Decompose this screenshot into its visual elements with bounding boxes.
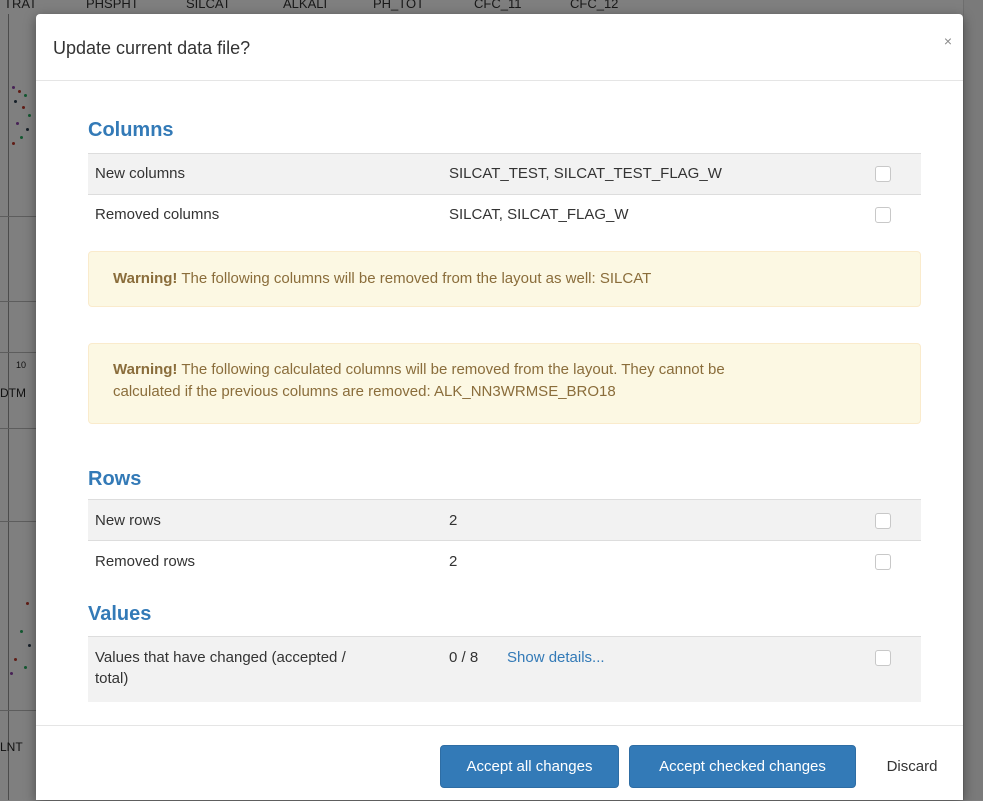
values-section-title: Values bbox=[88, 603, 152, 625]
warning-label: Warning! bbox=[113, 361, 178, 378]
accept-all-changes-button[interactable]: Accept all changes bbox=[440, 745, 619, 788]
row-label: Values that have changed (accepted / tot… bbox=[95, 647, 346, 689]
warning-text: The following calculated columns will be… bbox=[177, 361, 725, 378]
warning-label: Warning! bbox=[113, 270, 178, 287]
table-row-new-columns: New columns SILCAT_TEST, SILCAT_TEST_FLA… bbox=[88, 153, 921, 194]
table-row-new-rows: New rows 2 bbox=[88, 499, 921, 540]
accept-checked-changes-button[interactable]: Accept checked changes bbox=[629, 745, 856, 788]
rows-section-title: Rows bbox=[88, 468, 142, 490]
values-table: Values that have changed (accepted / tot… bbox=[88, 636, 921, 702]
update-data-file-modal: Update current data file? × Columns New … bbox=[36, 14, 963, 800]
new-rows-checkbox[interactable] bbox=[875, 513, 891, 529]
table-row-removed-rows: Removed rows 2 bbox=[88, 540, 921, 581]
close-button[interactable]: × bbox=[939, 32, 957, 50]
rows-table: New rows 2 Removed rows 2 bbox=[88, 499, 921, 581]
warning-alert-layout-columns: Warning! The following columns will be r… bbox=[88, 251, 921, 307]
table-row-removed-columns: Removed columns SILCAT, SILCAT_FLAG_W bbox=[88, 194, 921, 235]
row-value: SILCAT_TEST, SILCAT_TEST_FLAG_W bbox=[449, 165, 722, 182]
removed-columns-checkbox[interactable] bbox=[875, 207, 891, 223]
row-label-line: total) bbox=[95, 670, 129, 687]
table-row-changed-values: Values that have changed (accepted / tot… bbox=[88, 636, 921, 702]
warning-alert-calculated-columns: Warning! The following calculated column… bbox=[88, 343, 921, 424]
row-value: 2 bbox=[449, 512, 458, 529]
row-label: Removed rows bbox=[95, 553, 196, 570]
new-columns-checkbox[interactable] bbox=[875, 166, 891, 182]
columns-section-title: Columns bbox=[88, 119, 174, 141]
row-label: New columns bbox=[95, 165, 186, 182]
close-icon: × bbox=[943, 33, 953, 49]
removed-rows-checkbox[interactable] bbox=[875, 554, 891, 570]
row-label-line: Values that have changed (accepted / bbox=[95, 649, 346, 666]
row-value: SILCAT, SILCAT_FLAG_W bbox=[449, 206, 629, 223]
modal-header: Update current data file? × bbox=[36, 14, 963, 81]
warning-text: calculated if the previous columns are r… bbox=[113, 383, 616, 400]
discard-button[interactable]: Discard bbox=[866, 745, 958, 788]
row-value: 0 / 8 bbox=[449, 649, 479, 666]
warning-text: The following columns will be removed fr… bbox=[177, 270, 652, 287]
modal-footer: Accept all changes Accept checked change… bbox=[36, 725, 963, 801]
row-label: Removed columns bbox=[95, 206, 220, 223]
row-value: 2 bbox=[449, 553, 458, 570]
row-label: New rows bbox=[95, 512, 161, 529]
modal-title: Update current data file? bbox=[53, 38, 251, 58]
changed-values-checkbox[interactable] bbox=[875, 650, 891, 666]
show-details-link[interactable]: Show details... bbox=[507, 649, 605, 666]
columns-table: New columns SILCAT_TEST, SILCAT_TEST_FLA… bbox=[88, 153, 921, 235]
